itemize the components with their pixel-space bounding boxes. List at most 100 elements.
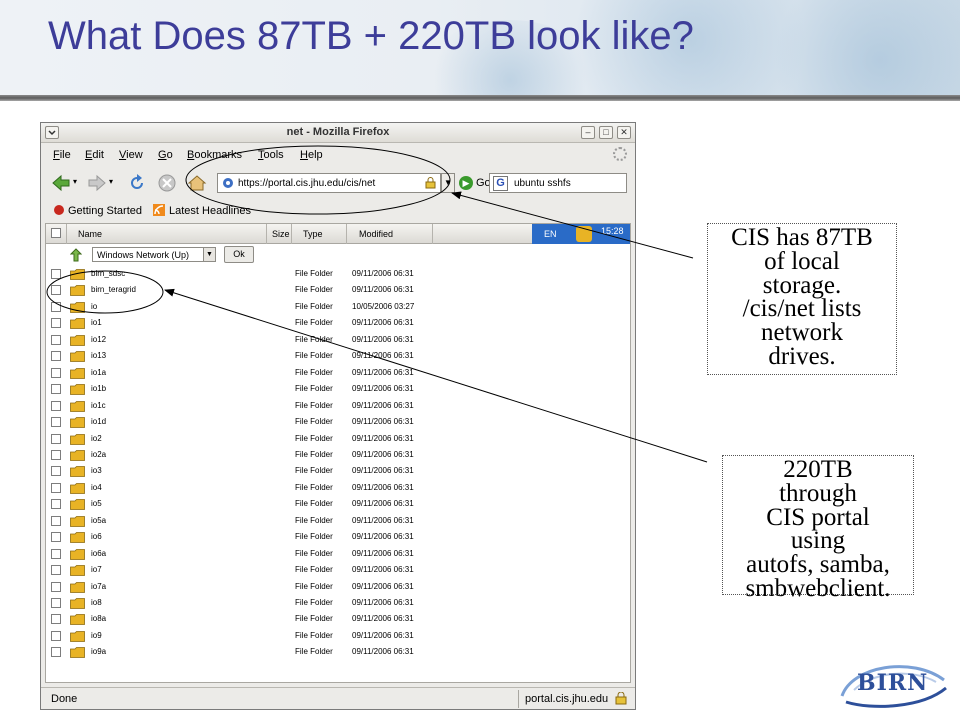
reload-icon[interactable] <box>127 173 147 193</box>
menu-help[interactable]: Help <box>300 149 323 161</box>
table-row[interactable]: io1b File Folder 09/11/2006 06:31 <box>46 381 630 397</box>
row-name[interactable]: io5 <box>91 499 102 508</box>
row-checkbox[interactable] <box>51 301 61 312</box>
row-name[interactable]: io1 <box>91 318 102 327</box>
column-modified[interactable]: Modified <box>359 229 393 239</box>
row-checkbox[interactable] <box>51 334 61 345</box>
row-checkbox[interactable] <box>51 515 61 526</box>
table-row[interactable]: io2 File Folder 09/11/2006 06:31 <box>46 431 630 447</box>
table-row[interactable]: io9 File Folder 09/11/2006 06:31 <box>46 628 630 644</box>
menu-go[interactable]: Go <box>158 149 173 161</box>
table-row[interactable]: io1c File Folder 09/11/2006 06:31 <box>46 398 630 414</box>
menu-edit[interactable]: Edit <box>85 149 104 161</box>
row-checkbox[interactable] <box>51 548 61 559</box>
row-name[interactable]: io7a <box>91 582 106 591</box>
column-size[interactable]: Size <box>272 229 290 239</box>
row-checkbox[interactable] <box>51 367 61 378</box>
table-row[interactable]: io5a File Folder 09/11/2006 06:31 <box>46 513 630 529</box>
table-row[interactable]: birn_sdsc File Folder 09/11/2006 06:31 <box>46 266 630 282</box>
table-row[interactable]: io7 File Folder 09/11/2006 06:31 <box>46 562 630 578</box>
row-checkbox[interactable] <box>51 433 61 444</box>
bookmark-getting-started[interactable]: Getting Started <box>68 205 142 217</box>
table-row[interactable]: io1d File Folder 09/11/2006 06:31 <box>46 414 630 430</box>
up-directory-icon[interactable] <box>70 248 82 262</box>
table-row[interactable]: io1a File Folder 09/11/2006 06:31 <box>46 365 630 381</box>
table-row[interactable]: io6 File Folder 09/11/2006 06:31 <box>46 529 630 545</box>
menu-bookmarks[interactable]: Bookmarks <box>187 149 242 161</box>
row-name[interactable]: io6 <box>91 532 102 541</box>
row-checkbox[interactable] <box>51 598 61 608</box>
row-name[interactable]: io6a <box>91 549 106 558</box>
table-row[interactable]: io2a File Folder 09/11/2006 06:31 <box>46 447 630 463</box>
row-checkbox[interactable] <box>51 630 61 641</box>
forward-icon[interactable] <box>87 173 107 193</box>
row-checkbox[interactable] <box>51 482 61 493</box>
url-bar[interactable]: https://portal.cis.jhu.edu/cis/net <box>217 173 441 193</box>
row-checkbox[interactable] <box>51 417 61 428</box>
row-name[interactable]: io4 <box>91 483 102 492</box>
table-row[interactable]: birn_teragrid File Folder 09/11/2006 06:31 <box>46 282 630 298</box>
table-row[interactable]: io3 File Folder 09/11/2006 06:31 <box>46 463 630 479</box>
row-checkbox[interactable] <box>51 285 61 296</box>
minimize-button[interactable]: – <box>581 126 595 139</box>
row-checkbox[interactable] <box>51 581 61 592</box>
table-row[interactable]: io13 File Folder 09/11/2006 06:31 <box>46 348 630 364</box>
url-dropdown-icon[interactable]: ▼ <box>441 173 455 193</box>
row-name[interactable]: io2 <box>91 434 102 443</box>
row-name[interactable]: io1c <box>91 401 106 410</box>
menu-file[interactable]: File <box>53 149 71 161</box>
language-tool-icon[interactable] <box>576 226 592 242</box>
row-checkbox[interactable] <box>51 351 61 362</box>
language-label[interactable]: EN <box>544 229 557 239</box>
maximize-button[interactable]: □ <box>599 126 613 139</box>
go-icon[interactable]: ▶ <box>459 176 473 190</box>
row-name[interactable]: io1a <box>91 368 106 377</box>
search-input[interactable]: G ubuntu sshfs <box>489 173 627 193</box>
select-all-checkbox[interactable] <box>51 228 61 238</box>
table-row[interactable]: io1 File Folder 09/11/2006 06:31 <box>46 315 630 331</box>
row-checkbox[interactable] <box>51 614 61 625</box>
row-checkbox[interactable] <box>51 499 61 510</box>
bookmark-latest-headlines[interactable]: Latest Headlines <box>169 205 251 217</box>
table-row[interactable]: io8a File Folder 09/11/2006 06:31 <box>46 611 630 627</box>
row-checkbox[interactable] <box>51 384 61 395</box>
row-checkbox[interactable] <box>51 565 61 576</box>
table-row[interactable]: io9a File Folder 09/11/2006 06:31 <box>46 644 630 660</box>
row-name[interactable]: io1d <box>91 417 106 426</box>
table-row[interactable]: io5 File Folder 09/11/2006 06:31 <box>46 496 630 512</box>
row-name[interactable]: io3 <box>91 466 102 475</box>
home-icon[interactable] <box>187 173 207 193</box>
row-name[interactable]: io12 <box>91 335 106 344</box>
column-name[interactable]: Name <box>78 229 102 239</box>
row-name[interactable]: io5a <box>91 516 106 525</box>
column-type[interactable]: Type <box>303 229 323 239</box>
row-checkbox[interactable] <box>51 400 61 411</box>
row-checkbox[interactable] <box>51 466 61 477</box>
row-name[interactable]: io2a <box>91 450 106 459</box>
close-button[interactable]: ✕ <box>617 126 631 139</box>
row-checkbox[interactable] <box>51 318 61 329</box>
row-name[interactable]: io9 <box>91 631 102 640</box>
row-name[interactable]: io8a <box>91 614 106 623</box>
table-row[interactable]: io6a File Folder 09/11/2006 06:31 <box>46 546 630 562</box>
row-name[interactable]: birn_sdsc <box>91 269 125 278</box>
row-name[interactable]: birn_teragrid <box>91 285 136 294</box>
row-name[interactable]: io9a <box>91 647 106 656</box>
row-checkbox[interactable] <box>51 269 61 279</box>
stop-icon[interactable] <box>157 173 177 193</box>
table-row[interactable]: io12 File Folder 09/11/2006 06:31 <box>46 332 630 348</box>
table-row[interactable]: io7a File Folder 09/11/2006 06:31 <box>46 579 630 595</box>
row-checkbox[interactable] <box>51 532 61 543</box>
row-name[interactable]: io7 <box>91 565 102 574</box>
row-name[interactable]: io1b <box>91 384 106 393</box>
chevron-down-icon[interactable]: ▼ <box>203 248 215 261</box>
row-name[interactable]: io8 <box>91 598 102 607</box>
table-row[interactable]: io8 File Folder 09/11/2006 06:31 <box>46 595 630 611</box>
row-name[interactable]: io13 <box>91 351 106 360</box>
row-checkbox[interactable] <box>51 449 61 460</box>
table-row[interactable]: io4 File Folder 09/11/2006 06:31 <box>46 480 630 496</box>
security-lock-icon[interactable] <box>615 692 627 705</box>
back-icon[interactable] <box>51 173 71 193</box>
ok-button[interactable]: Ok <box>224 246 254 263</box>
row-checkbox[interactable] <box>51 647 61 658</box>
